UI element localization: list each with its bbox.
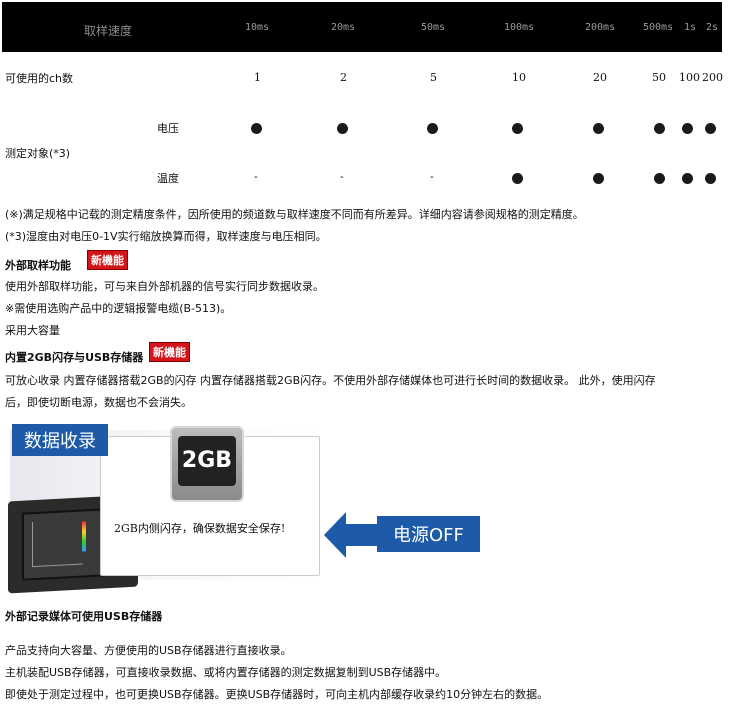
flash-memory-illustration: 数据收录 2GB 2GB内侧闪存，确保数据安全保存! 电源OFF — [0, 418, 500, 594]
section-external-sampling-title: 外部取样功能 — [5, 259, 71, 272]
sampling-speed-header: 取样速度 — [84, 24, 133, 38]
chip-2gb-text: 2GB — [178, 436, 236, 486]
voltage-dot — [682, 123, 693, 134]
new-feature-badge: 新機能 — [87, 250, 128, 270]
measure-target-label: 测定对象(*3) — [5, 147, 71, 160]
voltage-dot — [337, 123, 348, 134]
ch-value: 1 — [254, 71, 261, 84]
new-feature-badge: 新機能 — [149, 342, 190, 362]
section2-line1: 可放心收录 内置存储器搭载2GB的闪存 内置存储器搭载2GB闪存。不使用外部存储… — [5, 374, 656, 387]
ch-value: 10 — [512, 71, 526, 84]
ch-value: 100 — [679, 71, 700, 84]
screen-graph — [32, 519, 83, 568]
temp-dot — [654, 173, 665, 184]
speed-header: 500ms — [643, 22, 674, 33]
temp-dot — [682, 173, 693, 184]
section1-line1: 使用外部取样功能，可与来自外部机器的信号实行同步数据收录。 — [5, 280, 324, 293]
screen-legend — [82, 521, 86, 552]
voltage-dot — [654, 123, 665, 134]
arrow-left-icon — [324, 512, 378, 558]
memory-chip: 2GB — [170, 426, 244, 502]
section1-line3: 采用大容量 — [5, 324, 60, 337]
section2-line2: 后，即使切断电源，数据也不会消失。 — [5, 396, 192, 409]
speed-header: 100ms — [504, 22, 535, 33]
power-off-label: 电源OFF — [377, 516, 480, 552]
voltage-dot — [251, 123, 262, 134]
voltage-dot — [512, 123, 523, 134]
data-record-label: 数据收录 — [12, 424, 108, 456]
speed-header: 200ms — [585, 22, 616, 33]
section3-line3: 即使处于测定过程中，也可更换USB存储器。更换USB存储器时，可向主机内部缓存收… — [5, 688, 549, 701]
section3-line2: 主机装配USB存储器，可直接收录数据、或将内置存储器的测定数据复制到USB存储器… — [5, 666, 447, 679]
speed-header: 10ms — [245, 22, 270, 33]
speed-header: 1s — [684, 22, 697, 33]
ch-value: 200 — [702, 71, 723, 84]
ch-value: 50 — [652, 71, 666, 84]
section-usb-storage-title: 外部记录媒体可使用USB存储器 — [5, 610, 163, 623]
voltage-dot — [593, 123, 604, 134]
temp-dash: - — [430, 170, 434, 183]
voltage-dot — [427, 123, 438, 134]
temp-dot — [705, 173, 716, 184]
voltage-dot — [705, 123, 716, 134]
temp-dash: - — [254, 170, 258, 183]
speed-header: 2s — [706, 22, 719, 33]
table-header-row: 取样速度 10ms 20ms 50ms 100ms 200ms 500ms 1s… — [2, 2, 722, 52]
section1-line2: ※需使用选购产品中的逻辑报警电缆(B-513)。 — [5, 302, 232, 315]
temperature-label: 温度 — [157, 172, 179, 185]
section3-line1: 产品支持向大容量、方便使用的USB存储器进行直接收录。 — [5, 644, 292, 657]
voltage-label: 电压 — [157, 122, 179, 135]
ch-count-label: 可使用的ch数 — [5, 72, 74, 85]
section-flash-usb-title: 内置2GB闪存与USB存储器 — [5, 351, 144, 364]
ch-value: 20 — [593, 71, 607, 84]
note-2: (*3)湿度由对电压0-1V实行缩放换算而得，取样速度与电压相同。 — [5, 230, 327, 243]
note-1: (※)满足规格中记载的测定精度条件，因所使用的频道数与取样速度不同而有所差异。详… — [5, 208, 584, 221]
speed-header: 20ms — [331, 22, 356, 33]
temp-dash: - — [340, 170, 344, 183]
ch-value: 2 — [340, 71, 347, 84]
temp-dot — [593, 173, 604, 184]
temp-dot — [512, 173, 523, 184]
speed-header: 50ms — [421, 22, 446, 33]
ch-value: 5 — [430, 71, 437, 84]
flash-caption: 2GB内侧闪存，确保数据安全保存! — [114, 522, 286, 535]
